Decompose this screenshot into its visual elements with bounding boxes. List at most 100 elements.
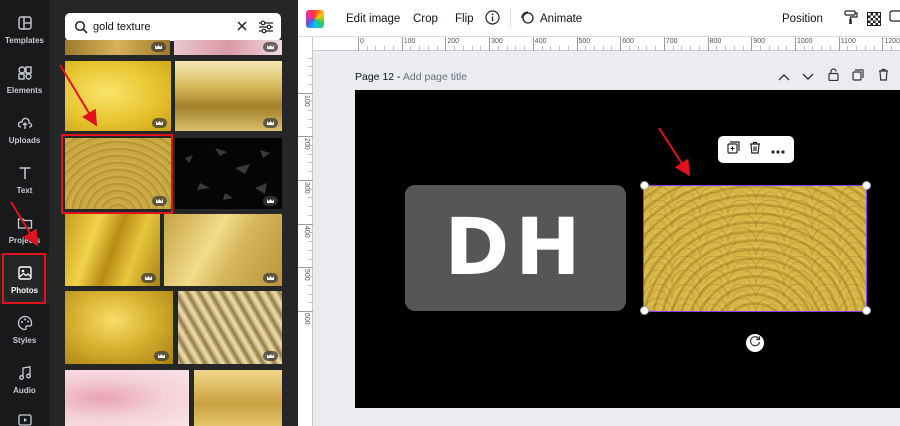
ruler-label: 1200 bbox=[884, 38, 900, 45]
photo-thumbnail[interactable] bbox=[175, 138, 282, 209]
search-bar bbox=[65, 13, 281, 41]
ruler-tick bbox=[489, 37, 491, 51]
ruler-label: 400 bbox=[534, 38, 547, 45]
photo-thumbnail[interactable] bbox=[65, 61, 171, 131]
move-page-down-button[interactable] bbox=[801, 70, 815, 84]
photo-thumbnail[interactable] bbox=[65, 291, 173, 364]
ruler-minor-tick bbox=[308, 188, 312, 190]
move-page-up-button[interactable] bbox=[777, 70, 791, 84]
crop-button[interactable]: Crop bbox=[413, 0, 438, 37]
info-button[interactable] bbox=[485, 0, 500, 37]
resize-handle-bottom-right[interactable] bbox=[862, 306, 871, 315]
info-icon bbox=[485, 9, 500, 28]
paint-roller-button[interactable] bbox=[844, 0, 858, 37]
crown-icon bbox=[263, 118, 278, 128]
ruler-minor-tick bbox=[308, 258, 312, 260]
ruler-tick bbox=[298, 223, 313, 225]
ruler-minor-tick bbox=[559, 46, 561, 50]
crown-icon bbox=[263, 351, 278, 361]
sidebar-item-label: Text bbox=[16, 186, 33, 195]
delete-page-button[interactable] bbox=[876, 68, 890, 86]
duplicate-page-button[interactable] bbox=[851, 68, 865, 86]
checkerboard-icon bbox=[867, 11, 881, 26]
ruler-minor-tick bbox=[308, 214, 312, 216]
sidebar-item-uploads[interactable]: Uploads bbox=[0, 104, 49, 154]
search-icon bbox=[69, 20, 93, 34]
design-canvas[interactable]: DH bbox=[355, 90, 900, 408]
duplicate-icon bbox=[852, 68, 864, 86]
photo-thumbnail[interactable] bbox=[178, 291, 282, 364]
ruler-minor-tick bbox=[821, 46, 823, 50]
ruler-minor-tick bbox=[308, 284, 312, 286]
ruler-minor-tick bbox=[308, 232, 312, 234]
filter-icon[interactable] bbox=[258, 20, 274, 39]
ruler-minor-tick bbox=[593, 46, 595, 50]
ruler-label: 1000 bbox=[797, 38, 813, 45]
ruler-minor-tick bbox=[725, 46, 727, 50]
more-horizontal-icon bbox=[771, 149, 785, 154]
sidebar-item-audio[interactable]: Audio bbox=[0, 354, 49, 404]
resize-handle-top-left[interactable] bbox=[640, 181, 649, 190]
lock-page-button[interactable] bbox=[826, 68, 840, 84]
ruler-minor-tick bbox=[480, 46, 482, 50]
sidebar-item-styles[interactable]: Styles bbox=[0, 304, 49, 354]
photo-thumbnail[interactable] bbox=[65, 370, 189, 426]
flip-button[interactable]: Flip bbox=[455, 0, 474, 37]
color-picker-button[interactable] bbox=[306, 0, 324, 37]
logo-text: DH bbox=[444, 203, 587, 293]
ruler-minor-tick bbox=[471, 46, 473, 50]
duplicate-icon bbox=[727, 140, 740, 154]
delete-element-button[interactable] bbox=[749, 141, 761, 159]
palette-icon bbox=[15, 313, 35, 333]
ruler-minor-tick bbox=[829, 46, 831, 50]
ruler-minor-tick bbox=[308, 302, 312, 304]
sidebar-item-elements[interactable]: Elements bbox=[0, 54, 49, 104]
ruler-tick bbox=[445, 37, 447, 51]
position-button[interactable]: Position bbox=[782, 0, 823, 37]
sidebar-item-videos[interactable] bbox=[0, 404, 49, 426]
ruler-minor-tick bbox=[768, 46, 770, 50]
duplicate-element-button[interactable] bbox=[727, 140, 740, 159]
sidebar-item-text[interactable]: Text bbox=[0, 154, 49, 204]
ruler-minor-tick bbox=[392, 46, 394, 50]
photo-thumbnail[interactable] bbox=[65, 40, 170, 55]
logo-element[interactable]: DH bbox=[405, 185, 626, 311]
photo-thumbnail[interactable] bbox=[194, 370, 282, 426]
sidebar-item-label: Uploads bbox=[8, 136, 41, 145]
resize-handle-bottom-left[interactable] bbox=[640, 306, 649, 315]
more-options-button[interactable] bbox=[889, 0, 900, 37]
templates-icon bbox=[15, 13, 35, 33]
ruler-label: 600 bbox=[622, 38, 634, 45]
search-input[interactable] bbox=[93, 21, 223, 33]
ruler-tick bbox=[620, 37, 622, 51]
animate-label: Animate bbox=[540, 12, 583, 25]
photo-thumbnail[interactable] bbox=[164, 214, 282, 286]
sidebar-item-projects[interactable]: Projects bbox=[0, 204, 49, 254]
close-icon[interactable] bbox=[235, 19, 249, 38]
more-options-button[interactable] bbox=[771, 141, 785, 159]
resize-handle-top-right[interactable] bbox=[862, 181, 871, 190]
photo-thumbnail[interactable] bbox=[65, 214, 160, 286]
ruler-minor-tick bbox=[308, 162, 312, 164]
selected-gold-image[interactable] bbox=[643, 185, 867, 312]
ruler-minor-tick bbox=[891, 46, 893, 50]
photo-thumbnail[interactable] bbox=[174, 40, 282, 55]
chevron-down-icon bbox=[802, 68, 814, 86]
ruler-minor-tick bbox=[803, 46, 805, 50]
ruler-minor-tick bbox=[384, 46, 386, 50]
page-title-input[interactable]: Add page title bbox=[403, 71, 467, 83]
rotate-handle[interactable] bbox=[746, 334, 764, 352]
ruler-minor-tick bbox=[812, 46, 814, 50]
ruler-minor-tick bbox=[567, 46, 569, 50]
ruler-minor-tick bbox=[742, 46, 744, 50]
trash-icon bbox=[878, 68, 889, 86]
animate-button[interactable]: Animate bbox=[520, 0, 582, 37]
sidebar-item-label: Styles bbox=[12, 336, 37, 345]
elements-icon bbox=[15, 63, 35, 83]
transparency-button[interactable] bbox=[867, 0, 881, 37]
photo-thumbnail[interactable] bbox=[175, 61, 282, 131]
ruler-minor-tick bbox=[308, 127, 312, 129]
edit-image-button[interactable]: Edit image bbox=[346, 0, 400, 37]
sidebar-item-templates[interactable]: Templates bbox=[0, 4, 49, 54]
ruler-minor-tick bbox=[864, 46, 866, 50]
